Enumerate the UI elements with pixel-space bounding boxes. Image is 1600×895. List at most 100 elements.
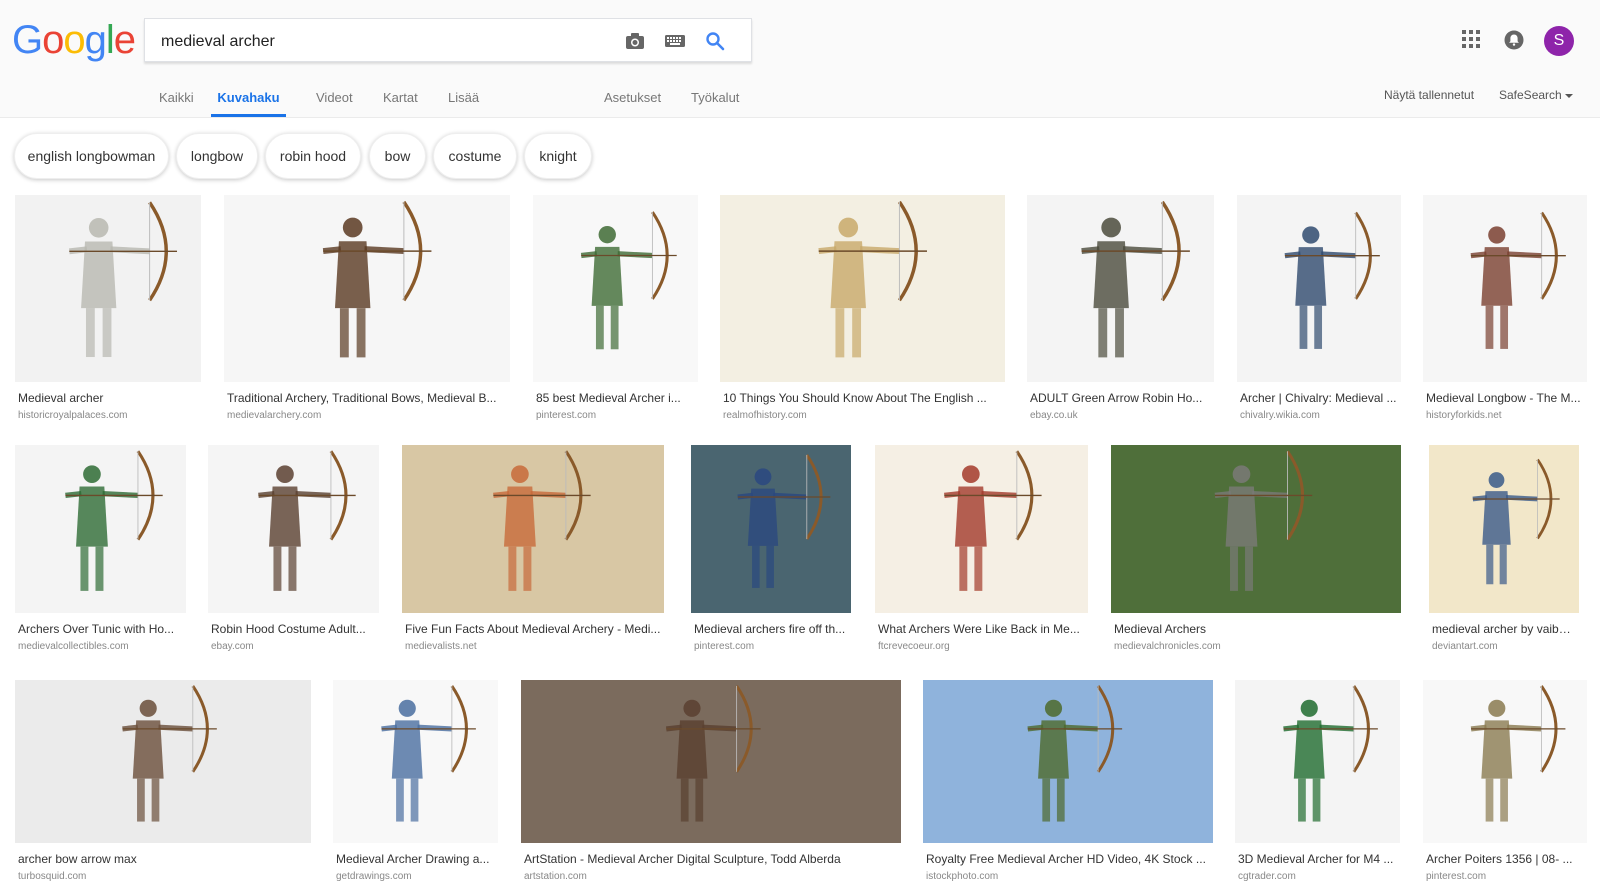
result-title[interactable]: Archer | Chivalry: Medieval ...: [1240, 391, 1398, 405]
account-avatar[interactable]: S: [1544, 26, 1574, 56]
result-thumbnail[interactable]: [224, 195, 510, 382]
result-source[interactable]: ebay.co.uk: [1030, 410, 1211, 421]
result-source[interactable]: ftcrevecoeur.org: [878, 641, 1085, 652]
chip[interactable]: costume: [433, 133, 517, 179]
result-title[interactable]: Five Fun Facts About Medieval Archery - …: [405, 622, 661, 636]
result-thumbnail[interactable]: [15, 445, 186, 613]
result-thumbnail[interactable]: [1235, 680, 1400, 843]
result-thumbnail[interactable]: [1111, 445, 1401, 613]
result-source[interactable]: deviantart.com: [1432, 641, 1576, 652]
result-source[interactable]: turbosquid.com: [18, 871, 308, 882]
result-source[interactable]: realmofhistory.com: [723, 410, 1002, 421]
result-thumbnail[interactable]: [1429, 445, 1579, 613]
result-source[interactable]: medievalchronicles.com: [1114, 641, 1398, 652]
tab-kaikki[interactable]: Kaikki: [159, 88, 194, 117]
image-result[interactable]: Traditional Archery, Traditional Bows, M…: [224, 195, 510, 434]
result-title[interactable]: 3D Medieval Archer for M4 ...: [1238, 852, 1397, 866]
result-source[interactable]: artstation.com: [524, 871, 898, 882]
result-thumbnail[interactable]: [521, 680, 901, 843]
result-thumbnail[interactable]: [533, 195, 698, 382]
tab-kuvahaku[interactable]: Kuvahaku: [211, 88, 286, 117]
image-result[interactable]: Medieval archers fire off th... pinterest…: [691, 445, 851, 665]
image-result[interactable]: Medieval Archers medievalchronicles.com: [1111, 445, 1401, 665]
search-icon[interactable]: [703, 30, 727, 52]
tab-kartat[interactable]: Kartat: [383, 88, 418, 117]
result-thumbnail[interactable]: [1237, 195, 1401, 382]
result-title[interactable]: Medieval Archer Drawing a...: [336, 852, 495, 866]
result-title[interactable]: 10 Things You Should Know About The Engl…: [723, 391, 1002, 405]
result-thumbnail[interactable]: [15, 680, 311, 843]
result-source[interactable]: getdrawings.com: [336, 871, 495, 882]
image-result[interactable]: 10 Things You Should Know About The Engl…: [720, 195, 1005, 434]
result-thumbnail[interactable]: [1423, 195, 1587, 382]
result-thumbnail[interactable]: [1027, 195, 1214, 382]
result-title[interactable]: Medieval Longbow - The M...: [1426, 391, 1584, 405]
result-title[interactable]: 85 best Medieval Archer i...: [536, 391, 695, 405]
image-result[interactable]: medieval archer by vaibha... deviantart.c…: [1429, 445, 1579, 665]
result-thumbnail[interactable]: [1423, 680, 1587, 843]
result-title[interactable]: ADULT Green Arrow Robin Ho...: [1030, 391, 1211, 405]
camera-icon[interactable]: [623, 30, 647, 52]
result-thumbnail[interactable]: [875, 445, 1088, 613]
result-title[interactable]: Traditional Archery, Traditional Bows, M…: [227, 391, 507, 405]
image-result[interactable]: Medieval Archer Drawing a... getdrawings.…: [333, 680, 498, 895]
result-source[interactable]: ebay.com: [211, 641, 376, 652]
result-title[interactable]: Medieval archer: [18, 391, 198, 405]
result-title[interactable]: ArtStation - Medieval Archer Digital Scu…: [524, 852, 898, 866]
result-source[interactable]: medievalists.net: [405, 641, 661, 652]
keyboard-icon[interactable]: [663, 30, 687, 52]
result-thumbnail[interactable]: [15, 195, 201, 382]
result-source[interactable]: medievalcollectibles.com: [18, 641, 183, 652]
result-thumbnail[interactable]: [333, 680, 498, 843]
image-result[interactable]: 85 best Medieval Archer i... pinterest.co…: [533, 195, 698, 434]
result-source[interactable]: cgtrader.com: [1238, 871, 1397, 882]
result-title[interactable]: Robin Hood Costume Adult...: [211, 622, 376, 636]
chip[interactable]: knight: [524, 133, 592, 179]
chip[interactable]: longbow: [176, 133, 258, 179]
image-result[interactable]: Archer | Chivalry: Medieval ... chivalry.…: [1237, 195, 1401, 434]
image-result[interactable]: archer bow arrow max turbosquid.com: [15, 680, 311, 895]
result-source[interactable]: historicroyalpalaces.com: [18, 410, 198, 421]
image-result[interactable]: 3D Medieval Archer for M4 ... cgtrader.co…: [1235, 680, 1400, 895]
result-title[interactable]: Archers Over Tunic with Ho...: [18, 622, 183, 636]
notifications-icon[interactable]: [1504, 30, 1524, 50]
result-title[interactable]: Medieval archers fire off th...: [694, 622, 848, 636]
tab-lisaa[interactable]: Lisää: [448, 88, 479, 117]
result-thumbnail[interactable]: [402, 445, 664, 613]
chip[interactable]: bow: [369, 133, 426, 179]
image-result[interactable]: Medieval archer historicroyalpalaces.com: [15, 195, 201, 434]
image-result[interactable]: Five Fun Facts About Medieval Archery - …: [402, 445, 664, 665]
image-result[interactable]: What Archers Were Like Back in Me... ftcr…: [875, 445, 1088, 665]
tab-videot[interactable]: Videot: [316, 88, 353, 117]
result-title[interactable]: Medieval Archers: [1114, 622, 1398, 636]
tab-asetukset[interactable]: Asetukset: [604, 88, 661, 117]
result-thumbnail[interactable]: [691, 445, 851, 613]
chip[interactable]: robin hood: [265, 133, 361, 179]
image-result[interactable]: ADULT Green Arrow Robin Ho... ebay.co.uk: [1027, 195, 1214, 434]
image-result[interactable]: ArtStation - Medieval Archer Digital Scu…: [521, 680, 901, 895]
image-result[interactable]: Archers Over Tunic with Ho... medievalcol…: [15, 445, 186, 665]
tab-tyokalut[interactable]: Työkalut: [691, 88, 739, 117]
result-source[interactable]: pinterest.com: [694, 641, 848, 652]
image-result[interactable]: Archer Poiters 1356 | 08- ... pinterest.c…: [1423, 680, 1587, 895]
saved-images-link[interactable]: Näytä tallennetut: [1384, 88, 1474, 102]
result-title[interactable]: Archer Poiters 1356 | 08- ...: [1426, 852, 1584, 866]
chip[interactable]: english longbowman: [14, 133, 169, 179]
result-title[interactable]: What Archers Were Like Back in Me...: [878, 622, 1085, 636]
result-thumbnail[interactable]: [720, 195, 1005, 382]
google-logo[interactable]: Google: [12, 18, 136, 62]
result-source[interactable]: istockphoto.com: [926, 871, 1210, 882]
result-source[interactable]: pinterest.com: [536, 410, 695, 421]
image-result[interactable]: Royalty Free Medieval Archer HD Video, 4…: [923, 680, 1213, 895]
result-thumbnail[interactable]: [923, 680, 1213, 843]
result-thumbnail[interactable]: [208, 445, 379, 613]
result-title[interactable]: archer bow arrow max: [18, 852, 308, 866]
safesearch-menu[interactable]: SafeSearch: [1499, 88, 1573, 102]
image-result[interactable]: Robin Hood Costume Adult... ebay.com: [208, 445, 379, 665]
result-source[interactable]: historyforkids.net: [1426, 410, 1584, 421]
result-source[interactable]: medievalarchery.com: [227, 410, 507, 421]
image-result[interactable]: Medieval Longbow - The M... historyforkid…: [1423, 195, 1587, 434]
result-source[interactable]: chivalry.wikia.com: [1240, 410, 1398, 421]
result-title[interactable]: Royalty Free Medieval Archer HD Video, 4…: [926, 852, 1210, 866]
result-source[interactable]: pinterest.com: [1426, 871, 1584, 882]
